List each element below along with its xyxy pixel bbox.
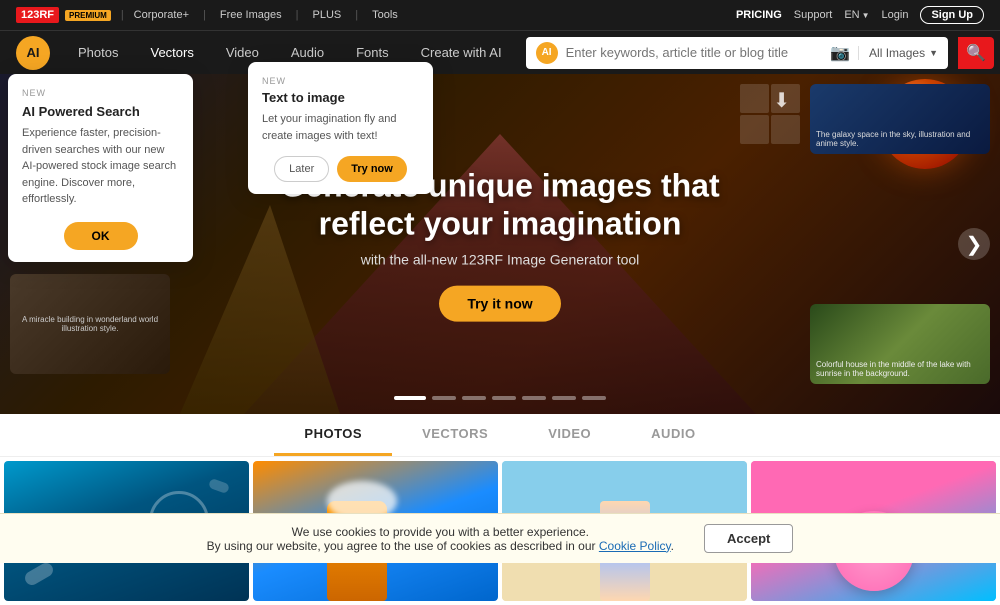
right-thumb-top: The galaxy space in the sky, illustratio… bbox=[810, 84, 990, 154]
nav-vectors[interactable]: Vectors bbox=[136, 39, 207, 66]
grid-cell-1 bbox=[740, 84, 769, 113]
tab-vectors[interactable]: VECTORS bbox=[392, 414, 518, 456]
tools-link[interactable]: Tools bbox=[372, 9, 398, 21]
nav-photos[interactable]: Photos bbox=[64, 39, 132, 66]
hero-cta-button[interactable]: Try it now bbox=[439, 285, 560, 321]
boat-shape bbox=[23, 560, 56, 587]
dot-6[interactable] bbox=[552, 396, 576, 400]
logo: 123RF bbox=[16, 7, 59, 23]
right-thumb-grid bbox=[740, 84, 800, 144]
cookie-accept-button[interactable]: Accept bbox=[704, 524, 793, 553]
dot-4[interactable] bbox=[492, 396, 516, 400]
corporate-link[interactable]: Corporate+ bbox=[134, 9, 189, 21]
content-tabs: PHOTOS VECTORS VIDEO AUDIO bbox=[0, 414, 1000, 457]
lang-selector[interactable]: EN ▼ bbox=[844, 9, 869, 21]
cookie-policy-link[interactable]: Cookie Policy bbox=[599, 539, 671, 553]
premium-badge: PREMIUM bbox=[65, 10, 111, 21]
cookie-banner: We use cookies to provide you with a bet… bbox=[0, 513, 1000, 563]
search-button[interactable]: 🔍 bbox=[958, 37, 994, 69]
grid-cell-3 bbox=[740, 115, 769, 144]
free-images-link[interactable]: Free Images bbox=[220, 9, 282, 21]
ai-powered-search-popup: NEW AI Powered Search Experience faster,… bbox=[8, 74, 193, 262]
right-thumb-bottom-caption: Colorful house in the middle of the lake… bbox=[816, 360, 984, 378]
left-thumb: A miracle building in wonderland world i… bbox=[10, 274, 170, 374]
ai-popup-new-label: NEW bbox=[22, 88, 179, 98]
text-to-image-popup: NEW Text to image Let your imagination f… bbox=[248, 62, 433, 194]
tab-video[interactable]: VIDEO bbox=[518, 414, 621, 456]
top-nav-left: 123RF PREMIUM | Corporate+ | Free Images… bbox=[16, 7, 398, 23]
hero-subtitle: with the all-new 123RF Image Generator t… bbox=[250, 251, 750, 267]
top-nav-links: Corporate+ | Free Images | PLUS | Tools bbox=[134, 9, 398, 21]
dot-2[interactable] bbox=[432, 396, 456, 400]
tti-try-button[interactable]: Try now bbox=[337, 156, 407, 182]
right-thumb-top-caption: The galaxy space in the sky, illustratio… bbox=[816, 130, 984, 148]
main-nav: AI Photos Vectors Video Audio Fonts Crea… bbox=[0, 30, 1000, 74]
dot-3[interactable] bbox=[462, 396, 486, 400]
search-bar: AI 📷 All Images ▼ bbox=[526, 37, 948, 69]
pricing-link[interactable]: PRICING bbox=[736, 9, 782, 21]
boat-shape2 bbox=[208, 478, 230, 494]
right-thumb-bottom: Colorful house in the middle of the lake… bbox=[810, 304, 990, 384]
nav-divider: | bbox=[121, 9, 124, 21]
tab-audio[interactable]: AUDIO bbox=[621, 414, 725, 456]
login-link[interactable]: Login bbox=[882, 9, 909, 21]
top-nav: 123RF PREMIUM | Corporate+ | Free Images… bbox=[0, 0, 1000, 30]
ai-popup-description: Experience faster, precision-driven sear… bbox=[22, 125, 179, 208]
camera-icon[interactable]: 📷 bbox=[830, 43, 850, 63]
grid-cell-4 bbox=[771, 115, 800, 144]
hero-next-button[interactable]: ❯ bbox=[958, 228, 990, 260]
signup-button[interactable]: Sign Up bbox=[920, 6, 984, 24]
download-icon[interactable]: ⬇ bbox=[773, 88, 790, 113]
tab-photos[interactable]: PHOTOS bbox=[274, 414, 392, 456]
hero-dots bbox=[394, 396, 606, 400]
ai-popup-title: AI Powered Search bbox=[22, 104, 179, 119]
ai-search-icon: AI bbox=[536, 42, 558, 64]
tti-new-label: NEW bbox=[262, 76, 419, 86]
tti-later-button[interactable]: Later bbox=[274, 156, 329, 182]
dot-1[interactable] bbox=[394, 396, 426, 400]
search-input[interactable] bbox=[566, 45, 823, 60]
tti-actions: Later Try now bbox=[262, 156, 419, 182]
support-link[interactable]: Support bbox=[794, 9, 833, 21]
nav-logo-icon: AI bbox=[16, 36, 50, 70]
cookie-text: We use cookies to provide you with a bet… bbox=[207, 525, 674, 553]
dot-5[interactable] bbox=[522, 396, 546, 400]
all-images-dropdown[interactable]: All Images ▼ bbox=[858, 46, 938, 60]
tti-description: Let your imagination fly and create imag… bbox=[262, 111, 419, 144]
dot-7[interactable] bbox=[582, 396, 606, 400]
top-nav-right: PRICING Support EN ▼ Login Sign Up bbox=[736, 6, 984, 24]
ai-popup-ok-button[interactable]: OK bbox=[64, 222, 138, 250]
tti-title: Text to image bbox=[262, 90, 419, 105]
plus-link[interactable]: PLUS bbox=[312, 9, 341, 21]
left-thumb-caption: A miracle building in wonderland world i… bbox=[10, 311, 170, 337]
logo-area: 123RF PREMIUM bbox=[16, 7, 111, 23]
